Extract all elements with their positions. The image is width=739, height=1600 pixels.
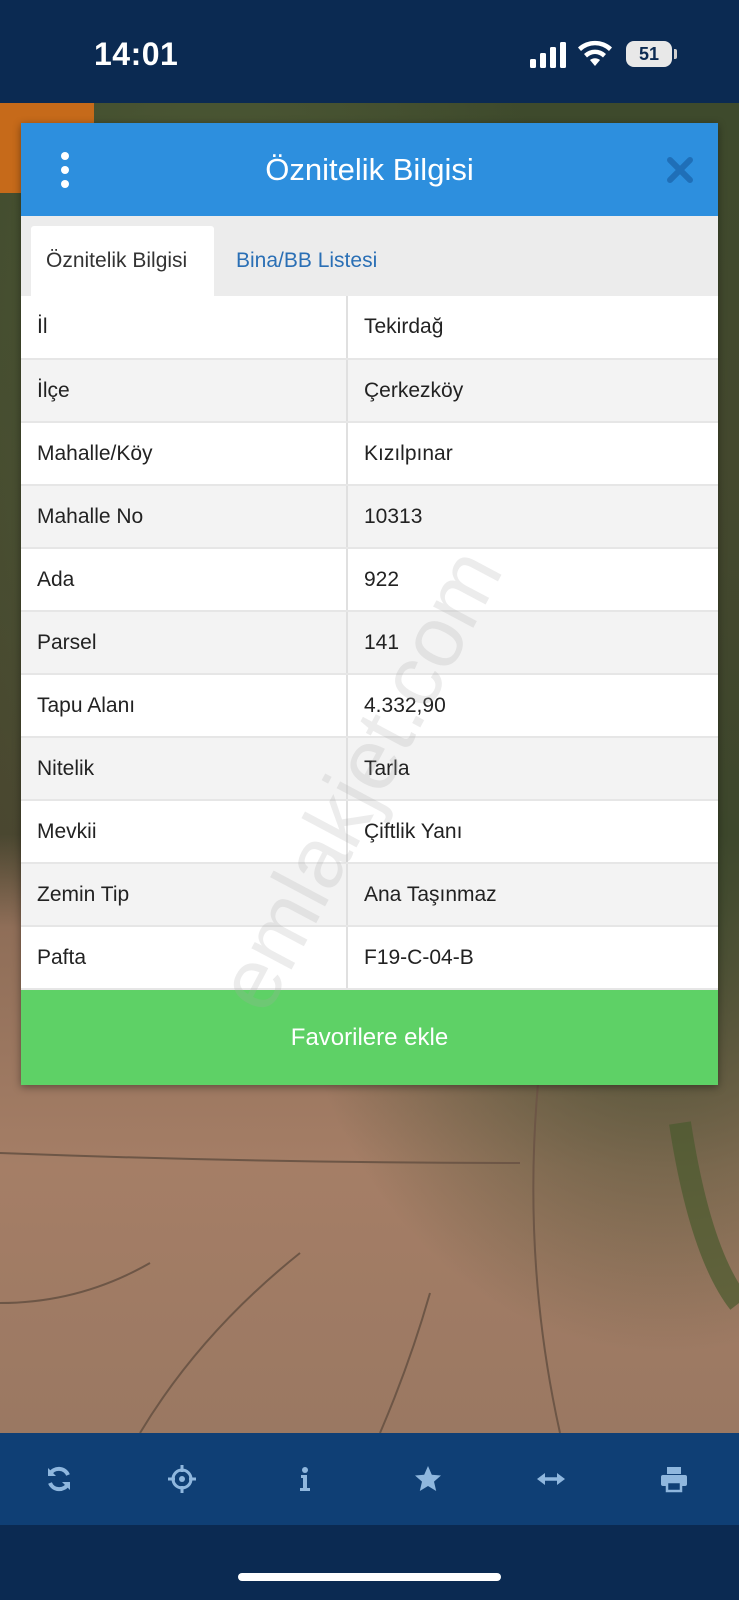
measure-icon — [537, 1473, 565, 1485]
attribute-table: İl Tekirdağ İlçe Çerkezköy Mahalle/Köy Kızılp… — [21, 296, 718, 990]
table-row: Pafta F19-C-04-B — [21, 926, 718, 990]
battery-icon: 51 — [626, 41, 672, 67]
attribute-value: Tarla — [347, 737, 718, 801]
battery-level: 51 — [638, 43, 660, 64]
refresh-button[interactable] — [29, 1433, 89, 1525]
attribute-key: Mevkii — [21, 800, 348, 864]
table-row: Ada 922 — [21, 548, 718, 612]
table-row: Mahalle No 10313 — [21, 485, 718, 549]
star-icon — [415, 1466, 441, 1491]
table-row: Tapu Alanı 4.332,90 — [21, 674, 718, 738]
attribute-key: Tapu Alanı — [21, 674, 348, 738]
info-button[interactable] — [275, 1433, 335, 1525]
tab-attributes[interactable]: Öznitelik Bilgisi — [31, 226, 214, 296]
table-row: Parsel 141 — [21, 611, 718, 675]
info-icon — [300, 1467, 310, 1491]
favorites-button[interactable] — [398, 1433, 458, 1525]
print-icon — [661, 1467, 687, 1493]
signal-icon — [530, 42, 566, 68]
attribute-value: 922 — [347, 548, 718, 612]
dialog-title: Öznitelik Bilgisi — [265, 152, 474, 187]
attribute-value: Tekirdağ — [347, 296, 718, 360]
table-row: Nitelik Tarla — [21, 737, 718, 801]
table-row: Zemin Tip Ana Taşınmaz — [21, 863, 718, 927]
attribute-key: Pafta — [21, 926, 348, 990]
locate-icon — [168, 1465, 196, 1493]
attribute-value: Ana Taşınmaz — [347, 863, 718, 927]
attribute-key: Parsel — [21, 611, 348, 675]
tab-bar: Öznitelik Bilgisi Bina/BB Listesi — [21, 216, 718, 296]
status-time: 14:01 — [94, 36, 179, 72]
attribute-dialog: Öznitelik Bilgisi Öznitelik Bilgisi Bina… — [21, 123, 718, 1085]
status-bar: 14:01 51 — [0, 0, 739, 103]
attribute-key: Nitelik — [21, 737, 348, 801]
close-icon[interactable] — [665, 155, 695, 185]
measure-button[interactable] — [521, 1433, 581, 1525]
refresh-icon — [48, 1466, 70, 1492]
attribute-value: Çiftlik Yanı — [347, 800, 718, 864]
add-favorite-button[interactable]: Favorilere ekle — [21, 990, 718, 1085]
attribute-value: 10313 — [347, 485, 718, 549]
table-row: Mevkii Çiftlik Yanı — [21, 800, 718, 864]
attribute-key: Mahalle/Köy — [21, 422, 348, 486]
dialog-header: Öznitelik Bilgisi — [21, 123, 718, 216]
tab-building-list[interactable]: Bina/BB Listesi — [221, 226, 392, 296]
attribute-key: Mahalle No — [21, 485, 348, 549]
attribute-value: F19-C-04-B — [347, 926, 718, 990]
menu-icon[interactable] — [51, 150, 79, 190]
locate-button[interactable] — [152, 1433, 212, 1525]
attribute-value: Çerkezköy — [347, 359, 718, 423]
home-indicator[interactable] — [238, 1573, 501, 1581]
table-row: İl Tekirdağ — [21, 296, 718, 360]
table-row: Mahalle/Köy Kızılpınar — [21, 422, 718, 486]
attribute-key: Zemin Tip — [21, 863, 348, 927]
home-area — [0, 1525, 739, 1600]
attribute-value: 141 — [347, 611, 718, 675]
attribute-key: İl — [21, 296, 348, 360]
attribute-value: 4.332,90 — [347, 674, 718, 738]
attribute-key: İlçe — [21, 359, 348, 423]
attribute-key: Ada — [21, 548, 348, 612]
print-button[interactable] — [644, 1433, 704, 1525]
attribute-value: Kızılpınar — [347, 422, 718, 486]
bottom-toolbar — [0, 1433, 739, 1525]
battery-cap — [674, 49, 677, 59]
table-row: İlçe Çerkezköy — [21, 359, 718, 423]
wifi-icon — [578, 40, 612, 66]
